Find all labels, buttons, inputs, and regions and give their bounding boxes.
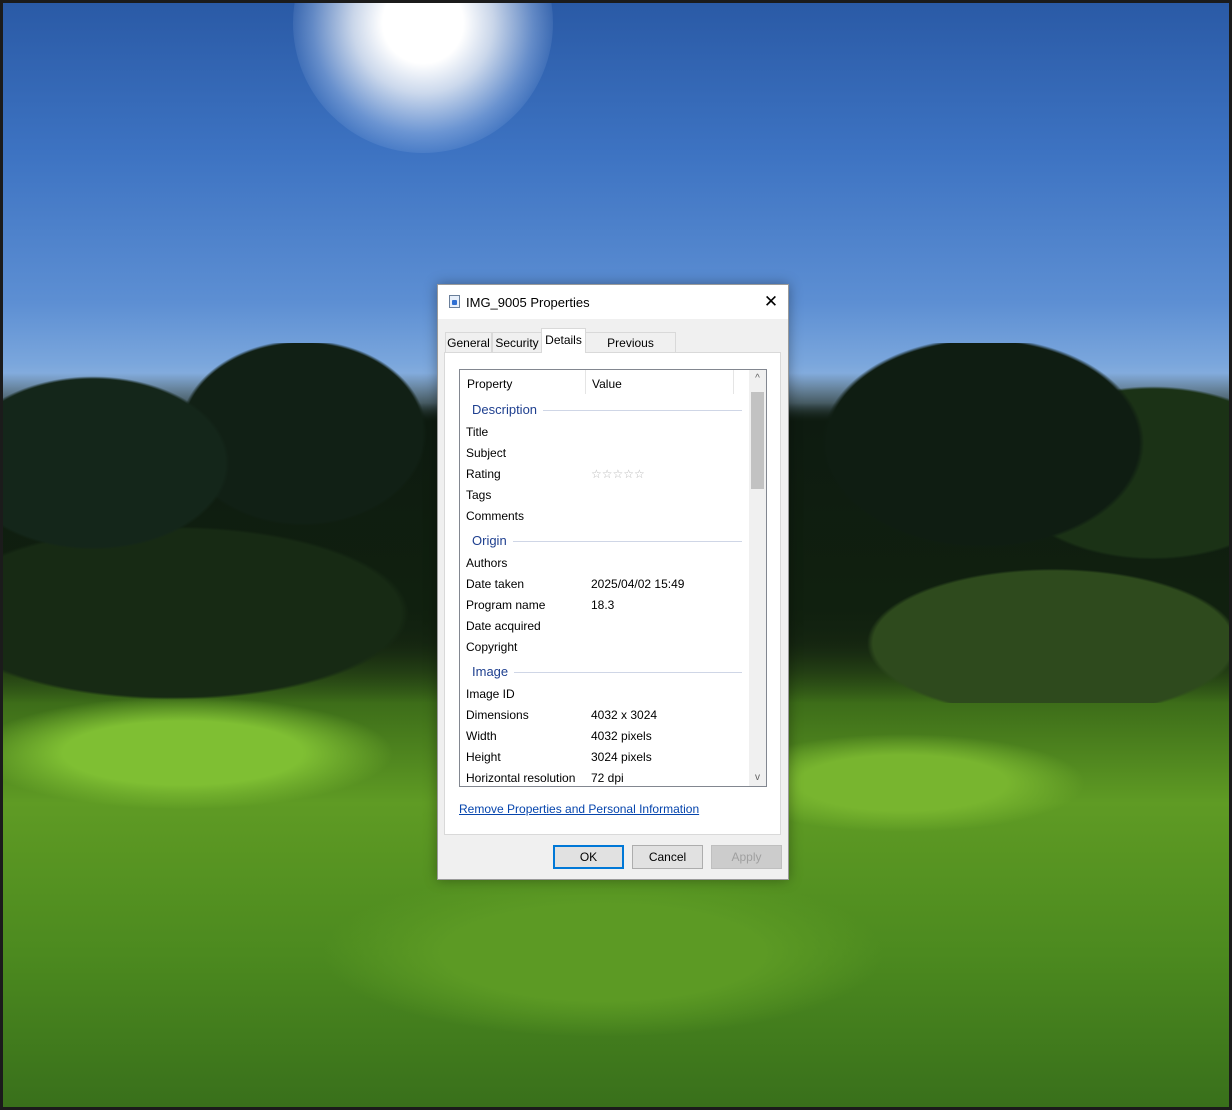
- scroll-up-icon[interactable]: ^: [749, 370, 766, 387]
- property-name: Tags: [466, 488, 492, 502]
- row-subject[interactable]: Subject: [460, 443, 750, 464]
- rating-stars[interactable]: ☆☆☆☆☆: [591, 464, 645, 485]
- vertical-scrollbar[interactable]: ^ v: [749, 370, 766, 786]
- group-label: Image: [472, 660, 515, 684]
- row-authors[interactable]: Authors: [460, 553, 750, 574]
- property-rows: Description Title Subject Rating ☆☆☆☆☆ Ta…: [460, 398, 750, 786]
- property-name: Program name: [466, 598, 546, 612]
- property-value[interactable]: 4032 pixels: [591, 726, 652, 747]
- property-name: Horizontal resolution: [466, 771, 576, 785]
- group-label: Origin: [472, 529, 513, 553]
- property-value[interactable]: 3024 pixels: [591, 747, 652, 768]
- tab-details[interactable]: Details: [541, 328, 586, 353]
- property-name: Comments: [466, 509, 525, 523]
- sun: [293, 3, 553, 153]
- tab-general[interactable]: General: [445, 332, 492, 352]
- property-name: Date acquired: [466, 619, 541, 633]
- group-label: Description: [472, 398, 544, 422]
- row-title[interactable]: Title: [460, 422, 750, 443]
- property-name: Dimensions: [466, 708, 529, 722]
- tab-security[interactable]: Security: [492, 332, 542, 352]
- column-header-property[interactable]: Property: [467, 377, 512, 391]
- row-horizontal-resolution[interactable]: Horizontal resolution 72 dpi: [460, 768, 750, 786]
- property-name: Copyright: [466, 640, 518, 654]
- property-value[interactable]: 72 dpi: [591, 768, 624, 786]
- scroll-thumb[interactable]: [751, 392, 764, 489]
- property-name: Authors: [466, 556, 508, 570]
- row-width[interactable]: Width 4032 pixels: [460, 726, 750, 747]
- property-name: Title: [466, 425, 489, 439]
- property-name: Height: [466, 750, 501, 764]
- column-separator[interactable]: [585, 370, 586, 394]
- image-file-icon: [449, 295, 460, 308]
- property-value[interactable]: 4032 x 3024: [591, 705, 657, 726]
- column-separator[interactable]: [733, 370, 734, 394]
- row-copyright[interactable]: Copyright: [460, 637, 750, 658]
- property-value[interactable]: 2025/04/02 15:49: [591, 574, 684, 595]
- row-image-id[interactable]: Image ID: [460, 684, 750, 705]
- details-panel: Property Value Description Title Subject…: [444, 352, 781, 835]
- row-program-name[interactable]: Program name 18.3: [460, 595, 750, 616]
- list-header: Property Value: [460, 370, 750, 398]
- property-name: Image ID: [466, 687, 515, 701]
- property-name: Subject: [466, 446, 507, 460]
- apply-button[interactable]: Apply: [711, 845, 782, 869]
- property-value[interactable]: 18.3: [591, 595, 614, 616]
- row-date-acquired[interactable]: Date acquired: [460, 616, 750, 637]
- column-header-value[interactable]: Value: [592, 377, 622, 391]
- row-height[interactable]: Height 3024 pixels: [460, 747, 750, 768]
- remove-properties-link[interactable]: Remove Properties and Personal Informati…: [459, 802, 699, 816]
- window-title: IMG_9005 Properties: [466, 295, 590, 310]
- row-tags[interactable]: Tags: [460, 485, 750, 506]
- ok-button[interactable]: OK: [553, 845, 624, 869]
- row-rating[interactable]: Rating ☆☆☆☆☆: [460, 464, 750, 485]
- property-name: Rating: [466, 467, 501, 481]
- property-name: Width: [466, 729, 497, 743]
- group-description: Description: [460, 398, 750, 422]
- group-origin: Origin: [460, 529, 750, 553]
- title-bar[interactable]: IMG_9005 Properties ✕: [438, 285, 788, 319]
- tab-previous-versions[interactable]: Previous Versions: [585, 332, 676, 370]
- row-date-taken[interactable]: Date taken 2025/04/02 15:49: [460, 574, 750, 595]
- row-comments[interactable]: Comments: [460, 506, 750, 527]
- scroll-down-icon[interactable]: v: [749, 769, 766, 786]
- property-name: Date taken: [466, 577, 525, 591]
- row-dimensions[interactable]: Dimensions 4032 x 3024: [460, 705, 750, 726]
- group-image: Image: [460, 660, 750, 684]
- cancel-button[interactable]: Cancel: [632, 845, 703, 869]
- details-list[interactable]: Property Value Description Title Subject…: [459, 369, 767, 787]
- properties-dialog: IMG_9005 Properties ✕ General Security D…: [437, 284, 789, 880]
- close-button[interactable]: ✕: [754, 285, 788, 319]
